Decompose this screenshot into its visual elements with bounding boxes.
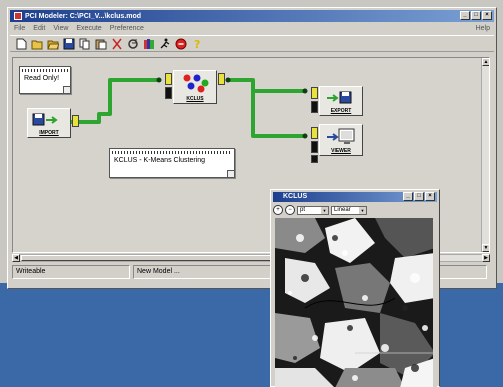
chevron-down-icon[interactable]: ▼ (321, 206, 328, 214)
kclus-input-port-2[interactable] (165, 87, 172, 99)
save-icon[interactable] (62, 37, 75, 50)
menu-view[interactable]: View (49, 25, 72, 32)
stretch-select-value: Linear (334, 206, 351, 213)
kclus-description-text: KCLUS - K-Means Clustering (114, 157, 206, 164)
kclus-description-note[interactable]: KCLUS - K-Means Clustering (109, 148, 235, 178)
status-mode: Writeable (12, 265, 130, 279)
maximize-button[interactable]: □ (471, 11, 481, 20)
import-output-port[interactable] (72, 115, 79, 127)
scroll-left-arrow[interactable]: ◀ (12, 254, 20, 262)
open-folder-icon[interactable] (46, 37, 59, 50)
library-icon[interactable] (142, 37, 155, 50)
zoom-select-value: pt (300, 206, 306, 213)
export-module[interactable]: EXPORT (311, 86, 363, 116)
viewer-close-button[interactable]: × (425, 192, 435, 201)
menu-file[interactable]: File (10, 25, 29, 32)
monitor-icon (327, 128, 355, 144)
viewer-toolbar: + − pt ▼ Linear ▼ (273, 204, 437, 216)
zoom-in-icon[interactable]: + (273, 205, 283, 215)
toolbar: ? (10, 35, 494, 52)
vertical-scrollbar[interactable]: ▲ ▼ (481, 58, 489, 252)
viewer-input-port-3[interactable] (311, 155, 318, 163)
new-icon[interactable] (14, 37, 27, 50)
export-input-port-2[interactable] (311, 101, 318, 113)
run-icon[interactable] (158, 37, 171, 50)
svg-text:?: ? (194, 38, 200, 50)
viewer-maximize-button[interactable]: □ (414, 192, 424, 201)
window-title: PCI Modeler: C:\PCI_V...\kclus.mod (25, 12, 142, 20)
note-fold-corner (63, 86, 70, 93)
app-icon (14, 12, 22, 20)
minimize-button[interactable]: _ (460, 11, 470, 20)
zoom-out-icon[interactable]: − (285, 205, 295, 215)
help-icon[interactable]: ? (190, 37, 203, 50)
menu-execute[interactable]: Execute (72, 25, 105, 32)
cut-icon[interactable] (110, 37, 123, 50)
window-titlebar[interactable]: PCI Modeler: C:\PCI_V...\kclus.mod _ □ × (10, 10, 494, 22)
import-label: IMPORT (39, 130, 59, 136)
kclus-input-port[interactable] (165, 73, 172, 85)
kclus-label: KCLUS (186, 96, 204, 102)
viewer-scrollbar[interactable] (433, 218, 437, 387)
paste-icon[interactable] (94, 37, 107, 50)
cluster-map-graphic (275, 218, 435, 387)
viewer-minimize-button[interactable]: _ (403, 192, 413, 201)
kclus-output-port[interactable] (218, 73, 225, 85)
export-icon (327, 91, 352, 104)
chevron-down-icon[interactable]: ▼ (359, 206, 366, 214)
stretch-select[interactable]: Linear ▼ (331, 205, 367, 215)
stop-icon[interactable] (174, 37, 187, 50)
viewer-titlebar[interactable]: KCLUS _ □ × (273, 192, 437, 202)
menu-edit[interactable]: Edit (29, 25, 49, 32)
scroll-right-arrow[interactable]: ▶ (482, 254, 490, 262)
close-button[interactable]: × (482, 11, 492, 20)
read-only-note[interactable]: Read Only! (19, 66, 71, 94)
cluster-icon (183, 74, 209, 93)
viewer-module[interactable]: VIEWER (311, 124, 363, 163)
viewer-input-port[interactable] (311, 127, 318, 139)
kclus-viewer-window: KCLUS _ □ × + − pt ▼ Linear ▼ (270, 189, 440, 387)
read-only-note-text: Read Only! (24, 75, 60, 82)
cluster-result-image[interactable] (275, 218, 435, 387)
import-icon (32, 113, 58, 126)
export-label: EXPORT (330, 108, 352, 114)
zoom-select[interactable]: pt ▼ (297, 205, 329, 215)
viewer-title: KCLUS (283, 193, 308, 200)
open-icon[interactable] (30, 37, 43, 50)
viewer-input-port-2[interactable] (311, 141, 318, 153)
import-module[interactable]: IMPORT (27, 108, 79, 138)
horizontal-scroll-thumb[interactable] (21, 255, 281, 261)
scroll-up-arrow[interactable]: ▲ (482, 58, 489, 66)
scroll-down-arrow[interactable]: ▼ (482, 244, 489, 252)
menu-help[interactable]: Help (472, 25, 494, 32)
kclus-module[interactable]: KCLUS (165, 70, 225, 104)
viewer-label: VIEWER (331, 148, 351, 154)
export-input-port[interactable] (311, 87, 318, 99)
copy-icon[interactable] (78, 37, 91, 50)
menu-bar: File Edit View Execute Preference Help (10, 23, 494, 34)
refresh-icon[interactable] (126, 37, 139, 50)
note-fold-corner (227, 170, 234, 177)
menu-preference[interactable]: Preference (106, 25, 148, 32)
